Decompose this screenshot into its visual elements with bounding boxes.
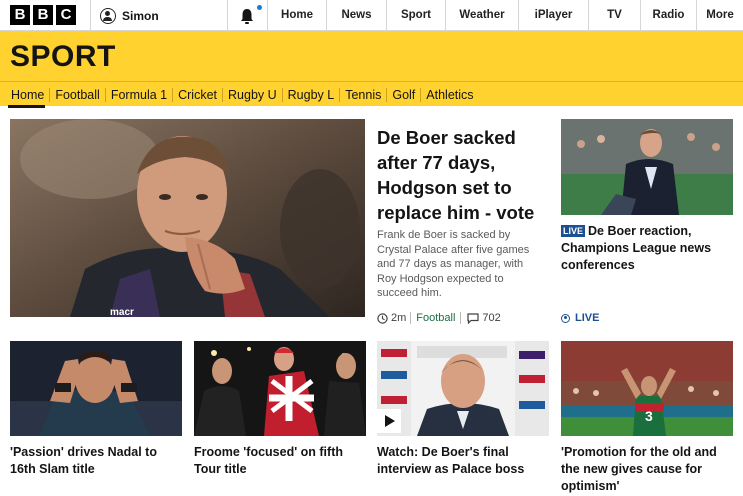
account-name: Simon — [122, 8, 159, 23]
section-nav-football[interactable]: Football — [50, 87, 106, 102]
side-story-live-label: LIVE — [575, 312, 600, 324]
logo-letter-b2: B — [33, 5, 53, 25]
nav-radio[interactable]: Radio — [640, 0, 696, 31]
lead-story-topic-link[interactable]: Football — [410, 312, 462, 324]
lead-story-comment-count[interactable]: 702 — [482, 312, 500, 324]
bbc-logo[interactable]: B B C — [10, 5, 76, 25]
section-nav-golf[interactable]: Golf — [387, 87, 422, 102]
nav-iplayer[interactable]: iPlayer — [518, 0, 588, 31]
section-nav-cricket[interactable]: Cricket — [173, 87, 224, 102]
card-image-nadal[interactable] — [10, 341, 182, 436]
svg-text:macr: macr — [110, 307, 134, 317]
account-link[interactable]: Simon — [100, 0, 159, 31]
play-icon[interactable] — [377, 409, 401, 433]
bell-icon[interactable] — [238, 7, 256, 25]
card-title-froome[interactable]: Froome 'focused' on fifth Tour title — [194, 444, 354, 478]
card-image-deboer-video[interactable] — [377, 341, 549, 436]
card-title-deboer-video[interactable]: Watch: De Boer's final interview as Pala… — [377, 444, 542, 478]
sport-title[interactable]: SPORT — [10, 40, 116, 74]
nav-weather[interactable]: Weather — [445, 0, 518, 31]
side-story-headline-block[interactable]: LIVE De Boer reaction, Champions League n… — [561, 223, 733, 274]
section-nav-tennis[interactable]: Tennis — [340, 87, 388, 102]
card-image-promotion[interactable]: 3 — [561, 341, 733, 436]
top-nav-list: Home News Sport Weather iPlayer TV Radio… — [267, 0, 743, 31]
nav-tv[interactable]: TV — [588, 0, 640, 31]
section-nav-home[interactable]: Home — [6, 87, 51, 108]
divider — [227, 0, 228, 31]
svg-text:3: 3 — [645, 408, 653, 424]
global-navigation: B B C Simon Home News Sport Weather iPla… — [0, 0, 743, 31]
logo-letter-b1: B — [10, 5, 30, 25]
lead-story-time: 2m — [391, 312, 407, 324]
side-story-live-link[interactable]: LIVE — [561, 312, 599, 324]
section-nav-rugby-union[interactable]: Rugby U — [223, 87, 283, 102]
card-title-nadal[interactable]: 'Passion' drives Nadal to 16th Slam titl… — [10, 444, 182, 478]
section-nav-formula-1[interactable]: Formula 1 — [106, 87, 174, 102]
nav-home[interactable]: Home — [267, 0, 326, 31]
comment-icon[interactable] — [467, 312, 480, 324]
card-image-froome[interactable] — [194, 341, 366, 436]
nav-news[interactable]: News — [326, 0, 386, 31]
live-icon — [561, 313, 570, 323]
user-icon — [100, 7, 116, 24]
clock-icon — [377, 312, 388, 324]
divider — [90, 0, 91, 31]
side-story-image[interactable] — [561, 119, 733, 215]
lead-story-summary: Frank de Boer is sacked by Crystal Palac… — [377, 229, 530, 299]
section-nav-rugby-league[interactable]: Rugby L — [283, 87, 341, 102]
lead-story-meta: 2m Football 702 — [377, 312, 501, 324]
sport-banner: SPORT — [0, 31, 743, 81]
live-badge: LIVE — [561, 225, 586, 237]
sport-section-nav: Home Football Formula 1 Cricket Rugby U … — [0, 81, 743, 108]
nav-more[interactable]: More — [696, 0, 743, 31]
card-title-promotion[interactable]: 'Promotion for the old and the new gives… — [561, 444, 733, 495]
section-nav-athletics[interactable]: Athletics — [421, 88, 478, 102]
lead-story-headline[interactable]: De Boer sacked after 77 days, Hodgson se… — [377, 125, 542, 225]
notification-dot — [257, 5, 262, 10]
lead-story-image[interactable]: macr — [10, 119, 365, 317]
logo-letter-c: C — [56, 5, 76, 25]
nav-sport[interactable]: Sport — [386, 0, 445, 31]
